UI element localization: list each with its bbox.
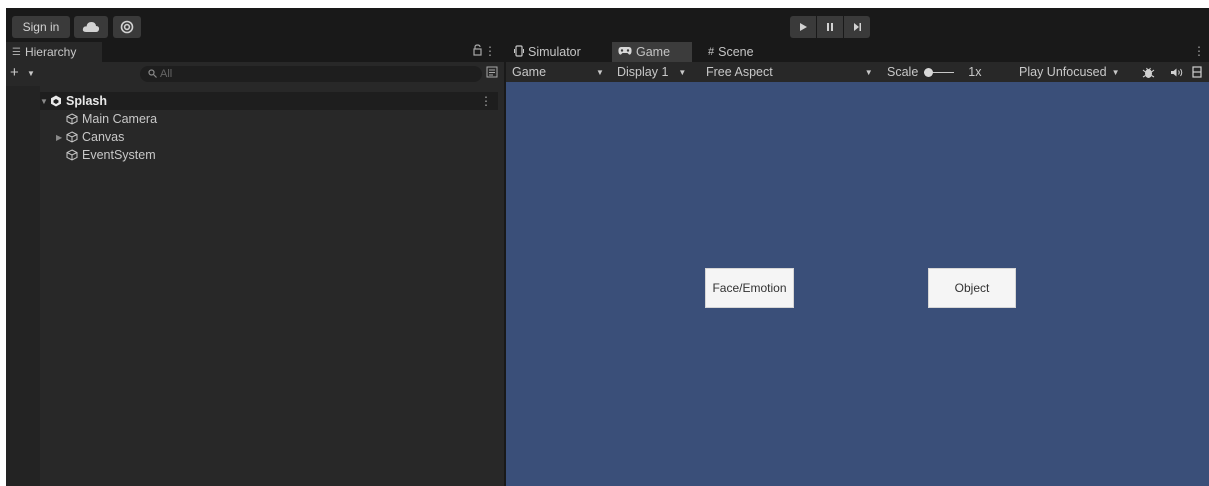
expand-arrow-icon[interactable]: ▼: [40, 97, 50, 106]
step-button[interactable]: [844, 16, 870, 38]
lock-icon[interactable]: [473, 44, 482, 59]
game-viewport[interactable]: Face/Emotion Object: [506, 82, 1209, 486]
aspect-label: Free Aspect: [706, 65, 773, 79]
list-item[interactable]: Main Camera: [66, 110, 157, 128]
tab-game[interactable]: Game: [612, 42, 692, 62]
collab-icon: [120, 20, 134, 34]
scene-menu-icon[interactable]: ⋮: [480, 94, 492, 108]
play-controls: [790, 16, 871, 38]
scale-slider-knob[interactable]: [924, 67, 934, 77]
hierarchy-gutter: [6, 86, 40, 486]
hierarchy-tab-bar: ☰ Hierarchy ⋮: [6, 42, 504, 62]
gamepad-icon: [618, 46, 632, 59]
main-toolbar: Sign in: [6, 8, 1209, 42]
chevron-down-icon: ▼: [678, 67, 687, 77]
list-item[interactable]: EventSystem: [66, 146, 156, 164]
tab-label: Simulator: [528, 45, 581, 59]
gameobject-icon: [66, 149, 78, 161]
gizmos-icon: [1192, 66, 1202, 78]
hierarchy-search: [140, 66, 482, 82]
cloud-button[interactable]: [74, 16, 108, 38]
object-button[interactable]: Object: [928, 268, 1016, 308]
gameobject-icon: [66, 131, 78, 143]
pause-button[interactable]: [817, 16, 843, 38]
tab-hierarchy[interactable]: ☰ Hierarchy: [6, 42, 102, 62]
game-view-controls: Game ▼ Display 1 ▼ Free Aspect ▼ Scale 1…: [506, 62, 1209, 82]
hierarchy-icon: ☰: [12, 46, 21, 58]
view-mode-label: Game: [512, 65, 547, 79]
tab-label: Scene: [718, 45, 754, 59]
play-mode-dropdown[interactable]: Play Unfocused ▼: [1019, 64, 1119, 80]
chevron-down-icon: ▼: [596, 67, 604, 77]
face-emotion-button[interactable]: Face/Emotion: [705, 268, 794, 308]
item-label: Main Camera: [82, 112, 158, 126]
panel-menu-icon[interactable]: ⋮: [1193, 44, 1205, 58]
scene-visibility-icon[interactable]: [486, 66, 498, 81]
play-icon: [800, 23, 807, 31]
unity-scene-icon: [50, 95, 62, 107]
hierarchy-panel: ☰ Hierarchy ⋮ + ▼ All ▼ Splash ⋮ Main Ca…: [6, 42, 504, 486]
tab-label: Game: [636, 45, 671, 59]
chevron-down-icon: ▼: [1111, 67, 1120, 77]
grid-icon: #: [708, 46, 715, 58]
gameobject-icon: [66, 113, 78, 125]
unity-editor-window: Sign in ☰ Hierarchy ⋮ + ▼ All ▼ Splash ⋮…: [6, 8, 1209, 486]
search-icon: [148, 68, 157, 80]
pause-icon: [827, 23, 833, 31]
hierarchy-toolbar: + ▼: [6, 62, 504, 86]
expand-arrow-icon[interactable]: ▶: [56, 133, 66, 142]
collab-button[interactable]: [113, 16, 141, 38]
stats-button[interactable]: [1142, 64, 1155, 80]
display-dropdown[interactable]: Display 1 ▼: [617, 64, 686, 80]
item-label: EventSystem: [82, 148, 156, 162]
gizmos-button[interactable]: [1192, 64, 1202, 80]
sign-in-button[interactable]: Sign in: [12, 16, 70, 38]
add-icon[interactable]: +: [10, 64, 19, 81]
scene-item[interactable]: ▼ Splash: [40, 92, 107, 110]
scale-label: Scale: [887, 65, 919, 79]
tab-scene[interactable]: # Scene: [702, 42, 760, 62]
view-mode-dropdown[interactable]: Game ▼: [512, 64, 604, 80]
scale-slider-track[interactable]: [924, 67, 955, 77]
step-icon: [854, 23, 861, 31]
scale-slider[interactable]: Scale 1x: [887, 64, 981, 80]
mute-button[interactable]: [1170, 64, 1183, 80]
list-item[interactable]: ▶ Canvas: [56, 128, 124, 146]
scene-row[interactable]: ▼ Splash ⋮: [40, 92, 498, 110]
panel-menu-icon[interactable]: ⋮: [484, 44, 496, 58]
scene-name: Splash: [66, 94, 107, 108]
scale-value: 1x: [968, 65, 982, 79]
item-label: Canvas: [82, 130, 125, 144]
search-input[interactable]: [160, 68, 460, 80]
aspect-dropdown[interactable]: Free Aspect ▼: [706, 64, 873, 80]
speaker-icon: [1171, 68, 1183, 76]
chevron-down-icon: ▼: [864, 67, 873, 77]
hierarchy-tree: ▼ Splash ⋮ Main Camera ▶ Canvas EventSys…: [6, 86, 504, 486]
simulator-icon: [514, 44, 524, 60]
play-mode-label: Play Unfocused: [1019, 65, 1107, 79]
cloud-icon: [82, 22, 100, 32]
chevron-down-icon[interactable]: ▼: [27, 69, 35, 78]
game-tab-bar: Simulator Game # Scene ⋮: [506, 42, 1209, 62]
game-panel: Simulator Game # Scene ⋮ Game ▼ Display …: [506, 42, 1209, 486]
bug-icon: [1142, 67, 1155, 78]
display-label: Display 1: [617, 65, 669, 79]
tab-simulator[interactable]: Simulator: [508, 42, 587, 62]
hierarchy-tab-label: Hierarchy: [24, 45, 77, 59]
play-button[interactable]: [790, 16, 816, 38]
